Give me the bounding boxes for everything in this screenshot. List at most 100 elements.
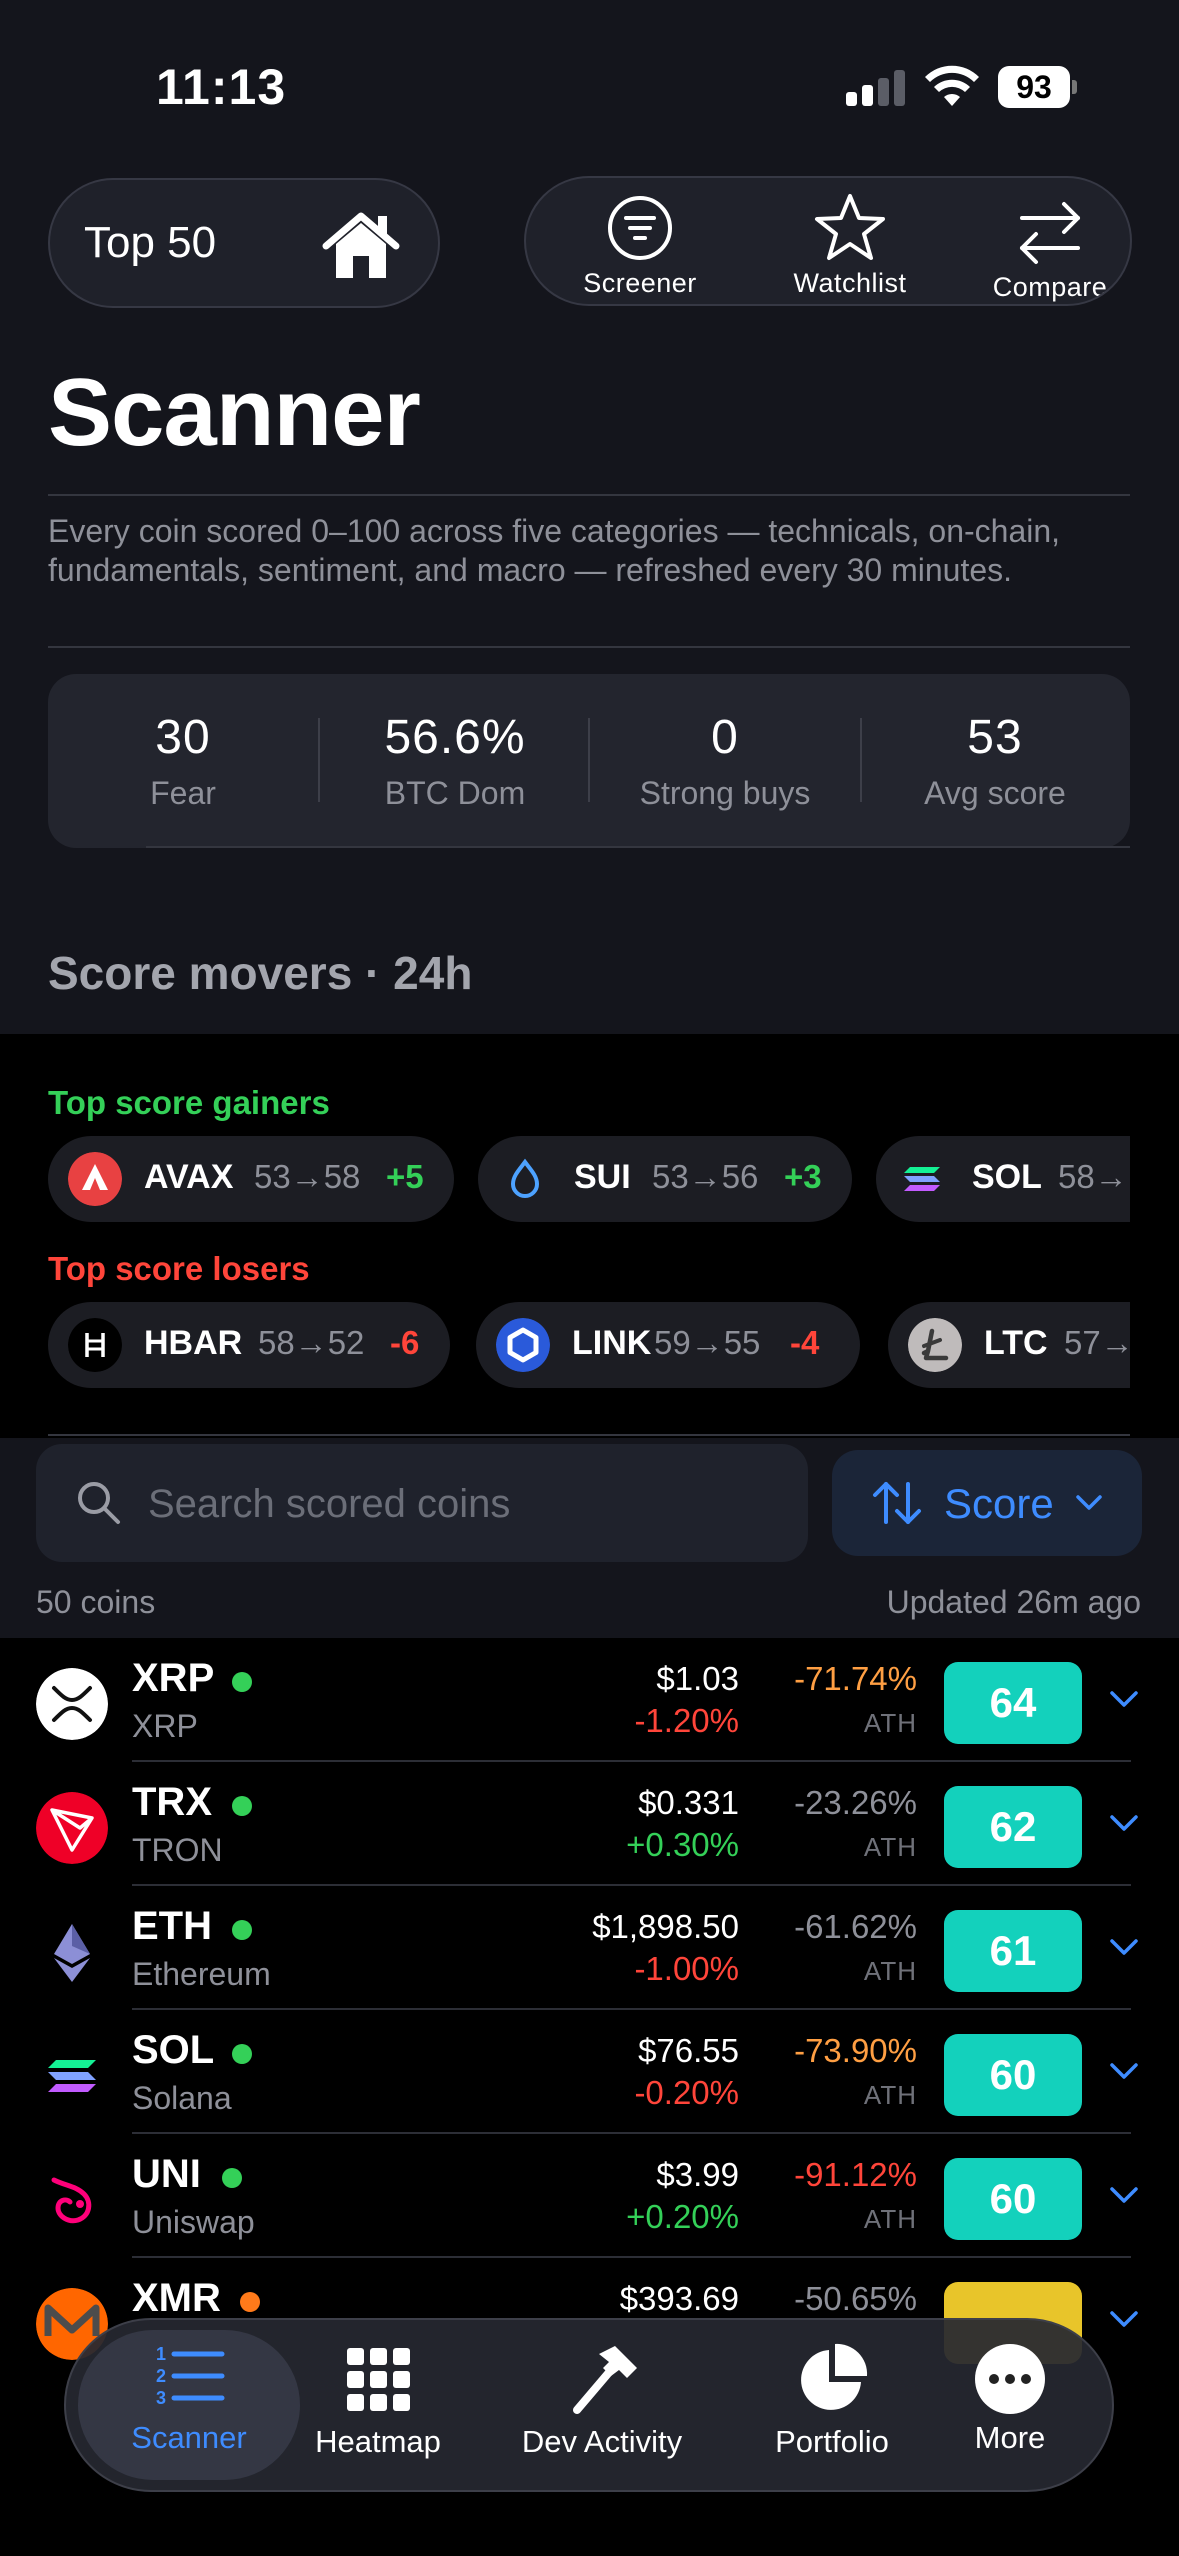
mover-chip-link[interactable]: LINK 59→55 -4 <box>476 1302 860 1388</box>
updated-time: Updated 26m ago <box>886 1584 1141 1620</box>
cellular-signal-icon <box>846 70 906 106</box>
star-icon <box>815 194 885 260</box>
svg-text:3: 3 <box>156 2388 166 2408</box>
tab-portfolio[interactable]: Portfolio <box>732 2340 932 2480</box>
hammer-icon <box>573 2346 637 2414</box>
tab-heatmap[interactable]: Heatmap <box>278 2340 478 2480</box>
coin-score[interactable]: 60 <box>944 2034 1082 2116</box>
mover-range: 58→52 <box>258 1324 365 1361</box>
uniswap-icon <box>51 2177 92 2224</box>
coin-name: Ethereum <box>132 1956 271 1992</box>
coin-price: $1.03 <box>656 1660 739 1697</box>
avax-icon <box>68 1152 122 1206</box>
coin-change: +0.30% <box>626 1826 739 1863</box>
scope-label: Top 50 <box>84 218 217 267</box>
coin-price: $0.331 <box>638 1784 739 1821</box>
watchlist-label: Watchlist <box>793 268 907 298</box>
tab-label: More <box>974 2420 1046 2455</box>
mover-symbol: SUI <box>574 1158 631 1196</box>
coin-row-trx[interactable]: TRX TRON $0.331 +0.30% -23.26% ATH 62 <box>0 1762 1179 1886</box>
tab-scanner[interactable]: 1 2 3 Scanner <box>78 2330 300 2480</box>
coin-row-sol[interactable]: SOL Solana $76.55 -0.20% -73.90% ATH 60 <box>0 2010 1179 2134</box>
stat-label: Strong buys <box>639 775 811 811</box>
mover-range: 58→ <box>1058 1158 1128 1195</box>
search-field[interactable]: Search scored coins <box>36 1444 808 1562</box>
litecoin-icon <box>908 1318 962 1372</box>
coin-symbol: SOL <box>132 2028 215 2072</box>
mover-symbol: SOL <box>972 1158 1042 1196</box>
chevron-down-icon[interactable] <box>1106 1934 1142 1960</box>
losers-chips: HBAR 58→52 -6 LINK 59→55 -4 LTC 57→ <box>48 1302 1130 1388</box>
coin-score[interactable]: 62 <box>944 1786 1082 1868</box>
mover-symbol: LTC <box>984 1324 1048 1362</box>
coin-name: XRP <box>132 1708 198 1744</box>
stat-value: 56.6% <box>384 711 526 764</box>
gainers-chips: AVAX 53→58 +5 SUI 53→56 +3 SOL 58→ <box>48 1136 1130 1222</box>
filter-icon <box>608 196 672 260</box>
chevron-down-icon[interactable] <box>1106 1686 1142 1712</box>
watchlist-button[interactable]: Watchlist <box>760 190 940 304</box>
coin-row-uni[interactable]: UNI Uniswap $3.99 +0.20% -91.12% ATH 60 <box>0 2134 1179 2258</box>
mover-chip-sol[interactable]: SOL 58→ <box>876 1136 1130 1222</box>
scope-selector[interactable]: Top 50 <box>48 178 440 308</box>
more-dots-icon <box>975 2344 1045 2414</box>
battery-icon: 93 <box>998 66 1078 108</box>
screener-button[interactable]: Screener <box>550 190 730 304</box>
coin-row-xrp[interactable]: XRP XRP $1.03 -1.20% -71.74% ATH 64 <box>0 1638 1179 1762</box>
top-toolbar: Screener Watchlist Compare <box>524 176 1132 306</box>
stat-value: 53 <box>967 711 1023 764</box>
solana-icon <box>904 1167 940 1191</box>
search-placeholder: Search scored coins <box>148 1482 511 1526</box>
mover-symbol: LINK <box>572 1324 652 1362</box>
screener-label: Screener <box>583 268 697 298</box>
ath-label: ATH <box>863 1956 917 1986</box>
ath-label: ATH <box>863 2080 917 2110</box>
coin-symbol: TRX <box>132 1780 212 1824</box>
chevron-down-icon <box>1076 1495 1102 1510</box>
coin-ath-drawdown: -91.12% <box>794 2156 917 2193</box>
status-dot <box>240 2292 260 2312</box>
mover-range: 57→ <box>1064 1324 1130 1361</box>
mover-chip-ltc[interactable]: LTC 57→ <box>888 1302 1130 1388</box>
coin-change: +0.20% <box>626 2198 739 2235</box>
coin-score[interactable]: 60 <box>944 2158 1082 2240</box>
chainlink-icon <box>496 1318 550 1372</box>
compare-button[interactable]: Compare <box>960 194 1130 304</box>
wifi-icon <box>925 65 979 106</box>
coin-price: $76.55 <box>638 2032 739 2069</box>
tab-more[interactable]: More <box>910 2340 1110 2480</box>
battery-level: 93 <box>998 66 1070 108</box>
ath-label: ATH <box>863 2204 917 2234</box>
tab-dev-activity[interactable]: Dev Activity <box>490 2340 714 2480</box>
coin-ath-drawdown: -61.62% <box>794 1908 917 1945</box>
mover-chip-avax[interactable]: AVAX 53→58 +5 <box>48 1136 454 1222</box>
chevron-down-icon[interactable] <box>1106 1810 1142 1836</box>
ath-label: ATH <box>863 1708 917 1738</box>
stat-value: 0 <box>711 711 739 764</box>
status-dot <box>232 1796 252 1816</box>
tab-label: Portfolio <box>775 2424 889 2459</box>
stat-btc-dom: 56.6% BTC Dom <box>320 710 590 812</box>
coin-symbol: ETH <box>132 1904 212 1948</box>
status-dot <box>232 1672 252 1692</box>
stat-label: BTC Dom <box>384 775 526 811</box>
mover-chip-sui[interactable]: SUI 53→56 +3 <box>478 1136 852 1222</box>
coin-ath-drawdown: -50.65% <box>794 2280 917 2317</box>
chevron-down-icon[interactable] <box>1106 2306 1142 2332</box>
mover-symbol: AVAX <box>144 1158 234 1196</box>
sort-dropdown[interactable]: Score <box>832 1450 1142 1556</box>
coin-count: 50 coins <box>36 1584 156 1620</box>
divider <box>146 846 1130 848</box>
coin-price: $1,898.50 <box>592 1908 739 1945</box>
coin-row-eth[interactable]: ETH Ethereum $1,898.50 -1.00% -61.62% AT… <box>0 1886 1179 2010</box>
chevron-down-icon[interactable] <box>1106 2058 1142 2084</box>
pie-chart-icon <box>801 2343 868 2410</box>
coin-score[interactable]: 61 <box>944 1910 1082 1992</box>
gainers-label: Top score gainers <box>48 1084 330 1121</box>
grid-icon <box>347 2348 410 2411</box>
sui-icon <box>510 1158 540 1198</box>
chevron-down-icon[interactable] <box>1106 2182 1142 2208</box>
mover-chip-hbar[interactable]: HBAR 58→52 -6 <box>48 1302 450 1388</box>
coin-score[interactable]: 64 <box>944 1662 1082 1744</box>
coin-ath-drawdown: -23.26% <box>794 1784 917 1821</box>
